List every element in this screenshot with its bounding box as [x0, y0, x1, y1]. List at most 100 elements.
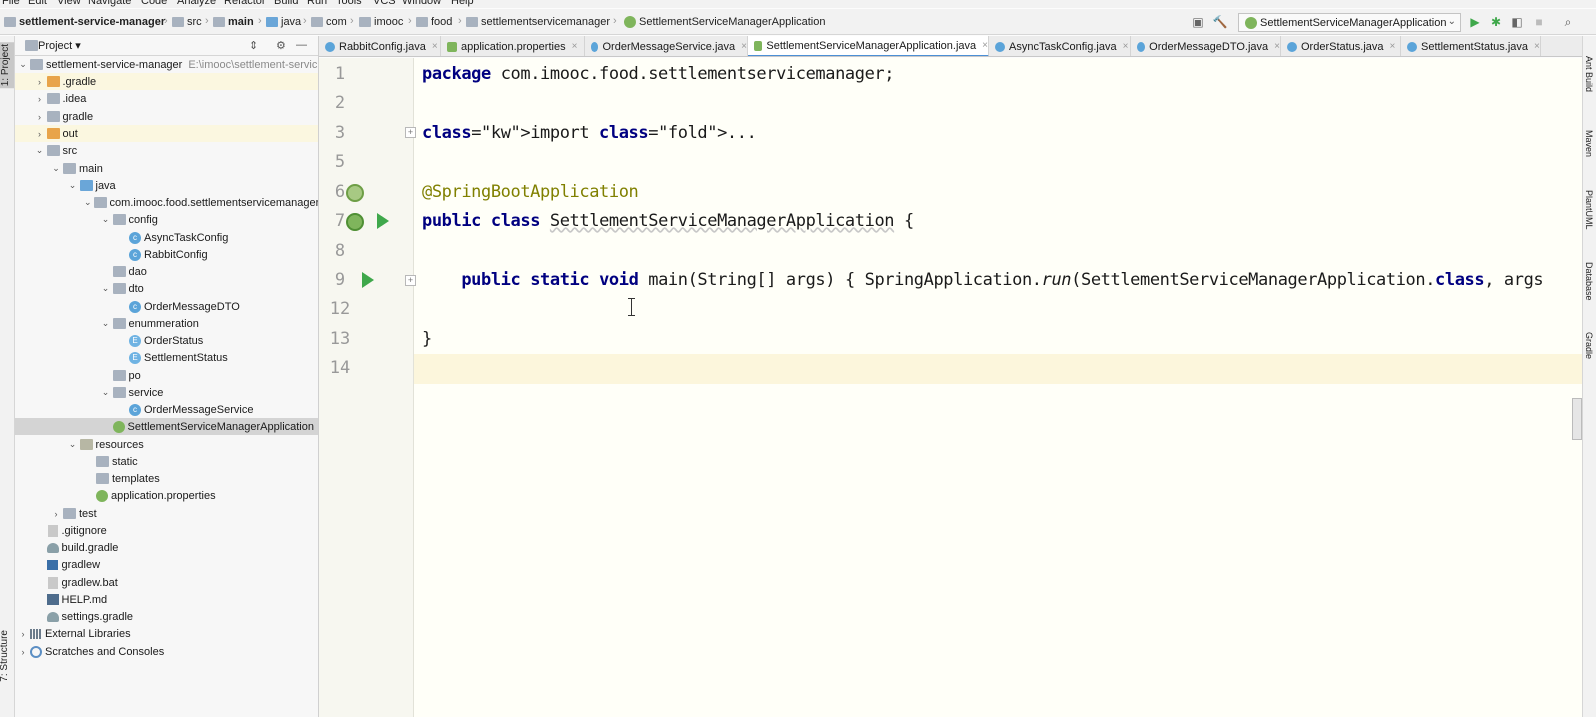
close-icon[interactable]: ×	[432, 41, 438, 52]
chevron-right-icon[interactable]: ›	[35, 112, 45, 122]
structure-tool-tab[interactable]: 7: Structure	[0, 630, 10, 682]
tree-item[interactable]: static	[15, 453, 318, 470]
side-panel-handle[interactable]	[1572, 398, 1582, 440]
tree-item[interactable]: gradlew	[15, 556, 318, 573]
chevron-down-icon[interactable]: ⌄	[101, 214, 111, 225]
stop-icon[interactable]: ■	[1532, 15, 1546, 29]
gear-icon[interactable]: ⚙	[276, 39, 286, 52]
breadcrumb-java[interactable]: java	[266, 15, 301, 29]
gradle-tool-tab[interactable]: Gradle	[1584, 332, 1594, 359]
editor-tab[interactable]: SettlementStatus.java ×	[1401, 36, 1541, 56]
chevron-right-icon[interactable]: ›	[35, 129, 45, 139]
tree-item[interactable]: .gitignore	[15, 522, 318, 539]
tree-item[interactable]: › .gradle	[15, 73, 318, 90]
editor-tab[interactable]: SettlementServiceManagerApplication.java…	[748, 36, 989, 56]
chevron-down-icon[interactable]: ⌄	[18, 59, 28, 70]
menu-view[interactable]: View	[57, 0, 81, 7]
menu-help[interactable]: Help	[451, 0, 474, 7]
tree-item[interactable]: E SettlementStatus	[15, 349, 318, 366]
fold-toggle[interactable]: +	[405, 127, 416, 138]
tree-item[interactable]: ⌄ dto	[15, 280, 318, 297]
tree-item[interactable]: c RabbitConfig	[15, 246, 318, 263]
minimize-icon[interactable]: —	[296, 39, 307, 51]
chevron-right-icon[interactable]: ›	[18, 647, 28, 657]
tree-item[interactable]: › out	[15, 125, 318, 142]
breadcrumb-imooc[interactable]: imooc	[359, 15, 403, 29]
breadcrumb-food[interactable]: food	[416, 15, 452, 29]
tree-item[interactable]: › .idea	[15, 90, 318, 107]
tree-item[interactable]: ⌄ src	[15, 142, 318, 159]
close-icon[interactable]: ×	[1534, 41, 1540, 52]
tree-item[interactable]: ⌄ java	[15, 177, 318, 194]
chevron-right-icon[interactable]: ›	[35, 77, 45, 87]
breadcrumb-main[interactable]: main	[213, 15, 254, 29]
build-hammer-icon[interactable]: 🔨	[1213, 15, 1228, 29]
tree-item[interactable]: c OrderMessageService	[15, 401, 318, 418]
editor-tab[interactable]: OrderMessageService.java ×	[585, 36, 748, 56]
tree-item[interactable]: gradlew.bat	[15, 574, 318, 591]
project-structure-icon[interactable]: ▣	[1191, 15, 1205, 29]
menu-code[interactable]: Code	[141, 0, 167, 7]
menu-edit[interactable]: Edit	[28, 0, 47, 7]
tree-item[interactable]: ⌄ service	[15, 384, 318, 401]
breadcrumb-project[interactable]: settlement-service-manager	[4, 15, 165, 29]
menu-vcs[interactable]: VCS	[373, 0, 396, 7]
tree-item[interactable]: E OrderStatus	[15, 332, 318, 349]
search-icon[interactable]: ⌕	[1561, 15, 1575, 29]
tree-item[interactable]: application.properties	[15, 487, 318, 504]
tree-item[interactable]: templates	[15, 470, 318, 487]
ant-build-tool-tab[interactable]: Ant Build	[1584, 56, 1594, 92]
chevron-down-icon[interactable]: ⌄	[35, 145, 45, 156]
close-icon[interactable]: ×	[1123, 41, 1129, 52]
editor-tab[interactable]: OrderStatus.java ×	[1281, 36, 1401, 56]
editor-tab[interactable]: AsyncTaskConfig.java ×	[989, 36, 1131, 56]
menu-tools[interactable]: Tools	[336, 0, 362, 7]
tree-item[interactable]: dao	[15, 263, 318, 280]
close-icon[interactable]: ×	[982, 40, 988, 51]
tree-item[interactable]: ⌄ config	[15, 211, 318, 228]
breadcrumb-com[interactable]: com	[311, 15, 347, 29]
chevron-down-icon[interactable]: ⌄	[68, 439, 78, 450]
run-configuration-select[interactable]: SettlementServiceManagerApplication ⌄	[1238, 13, 1461, 32]
editor-tab[interactable]: RabbitConfig.java ×	[319, 36, 441, 56]
tree-item[interactable]: ⌄ resources	[15, 436, 318, 453]
database-tool-tab[interactable]: Database	[1584, 262, 1594, 301]
debug-icon[interactable]: ✱	[1489, 15, 1503, 29]
close-icon[interactable]: ×	[572, 41, 578, 52]
tree-item[interactable]: SettlementServiceManagerApplication	[15, 418, 318, 435]
breadcrumb-class[interactable]: SettlementServiceManagerApplication	[622, 15, 826, 29]
menu-build[interactable]: Build	[274, 0, 298, 7]
tree-item[interactable]: c AsyncTaskConfig	[15, 229, 318, 246]
menu-refactor[interactable]: Refactor	[224, 0, 266, 7]
code-editor[interactable]: 1 package com.imooc.food.settlementservic…	[319, 58, 1582, 717]
project-panel-title[interactable]: Project ▾	[38, 39, 81, 52]
tree-item[interactable]: po	[15, 367, 318, 384]
tree-item[interactable]: › Scratches and Consoles	[15, 643, 318, 660]
menu-navigate[interactable]: Navigate	[88, 0, 131, 7]
tree-item[interactable]: › test	[15, 505, 318, 522]
menu-run[interactable]: Run	[307, 0, 327, 7]
run-icon[interactable]: ▶	[1468, 15, 1482, 29]
tree-item[interactable]: c OrderMessageDTO	[15, 298, 318, 315]
menu-file[interactable]: File	[2, 0, 20, 7]
coverage-icon[interactable]: ◧	[1510, 15, 1524, 29]
tree-item[interactable]: HELP.md	[15, 591, 318, 608]
breadcrumb-package[interactable]: settlementservicemanager	[466, 15, 610, 29]
chevron-down-icon[interactable]: ⌄	[101, 283, 111, 294]
chevron-right-icon[interactable]: ›	[35, 94, 45, 104]
maven-tool-tab[interactable]: Maven	[1584, 130, 1594, 157]
tree-item[interactable]: › External Libraries	[15, 625, 318, 642]
plantuml-tool-tab[interactable]: PlantUML	[1584, 190, 1594, 230]
fold-toggle[interactable]: +	[405, 275, 416, 286]
menu-analyze[interactable]: Analyze	[177, 0, 216, 7]
chevron-down-icon[interactable]: ⌄	[84, 197, 92, 208]
tree-item[interactable]: ⌄ enummeration	[15, 315, 318, 332]
tree-item[interactable]: build.gradle	[15, 539, 318, 556]
tree-item[interactable]: ⌄ com.imooc.food.settlementservicemanager	[15, 194, 318, 211]
chevron-down-icon[interactable]: ⌄	[101, 318, 111, 329]
menu-window[interactable]: Window	[402, 0, 441, 7]
tree-item[interactable]: ⌄ main	[15, 160, 318, 177]
chevron-right-icon[interactable]: ›	[51, 509, 61, 519]
editor-tab[interactable]: OrderMessageDTO.java ×	[1131, 36, 1281, 56]
close-icon[interactable]: ×	[1274, 41, 1280, 52]
